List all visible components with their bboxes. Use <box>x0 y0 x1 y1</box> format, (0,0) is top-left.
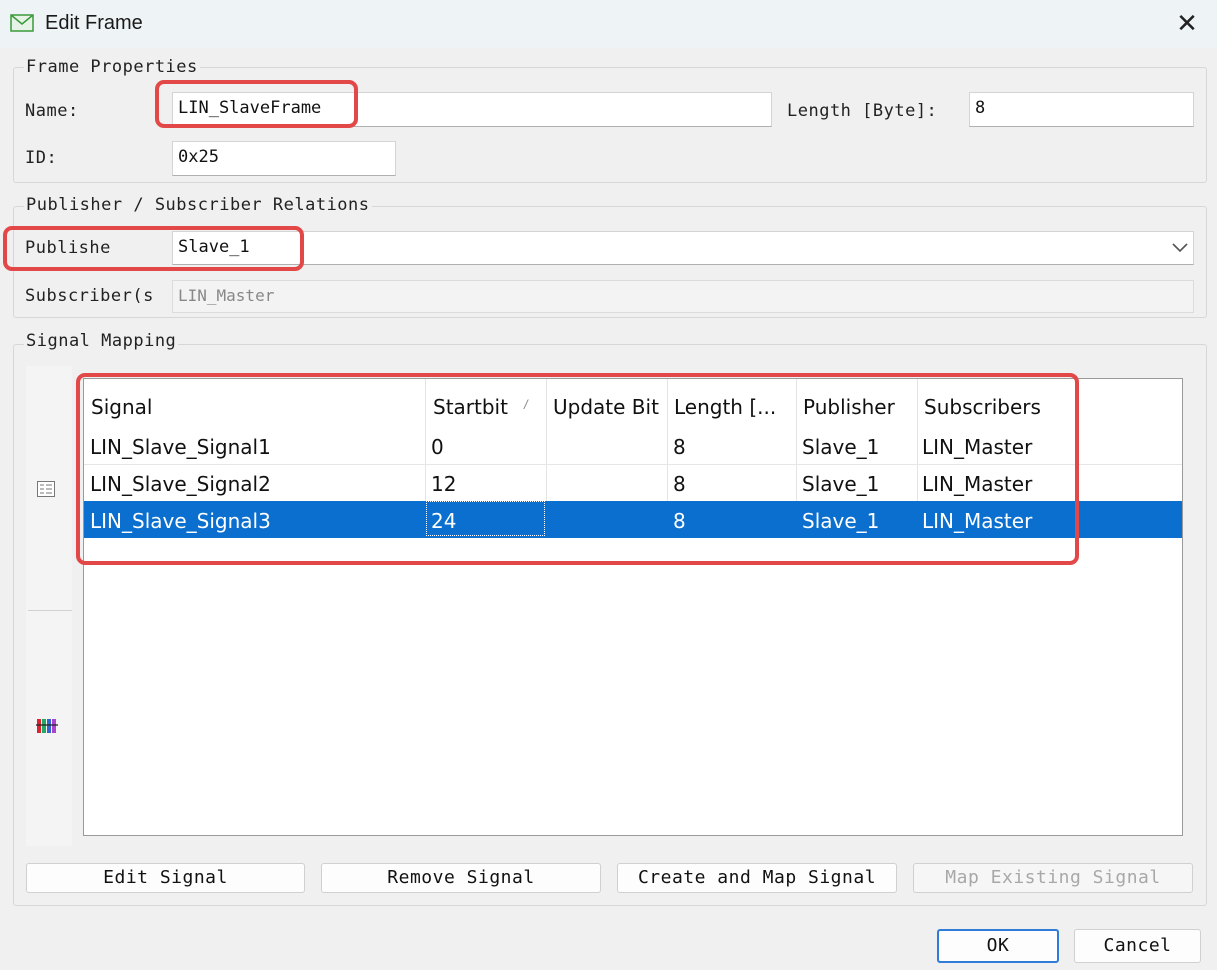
list-view-icon[interactable] <box>36 479 56 499</box>
create-and-map-signal-button[interactable]: Create and Map Signal <box>617 863 897 893</box>
view-sidebar <box>26 366 72 846</box>
close-icon[interactable]: ✕ <box>1170 6 1204 40</box>
length-label: Length [Byte]: <box>787 101 938 121</box>
title-bar <box>0 0 1217 48</box>
remove-signal-button[interactable]: Remove Signal <box>321 863 601 893</box>
envelope-icon <box>10 14 34 32</box>
frame-properties-legend: Frame Properties <box>24 57 200 77</box>
color-columns-icon[interactable] <box>36 717 58 735</box>
relations-legend: Publisher / Subscriber Relations <box>24 195 372 215</box>
length-field[interactable]: 8 <box>969 92 1194 127</box>
sidebar-divider <box>28 610 72 611</box>
chevron-down-icon[interactable] <box>1172 243 1188 253</box>
id-label: ID: <box>25 148 58 168</box>
subscriber-field: LIN_Master <box>172 280 1194 313</box>
map-existing-signal-button: Map Existing Signal <box>913 863 1193 893</box>
cancel-button[interactable]: Cancel <box>1074 929 1201 963</box>
name-highlight <box>155 80 358 128</box>
subscriber-label: Subscriber(s <box>25 286 154 306</box>
edit-signal-button[interactable]: Edit Signal <box>26 863 305 893</box>
signal-mapping-legend: Signal Mapping <box>24 331 179 351</box>
table-highlight <box>76 373 1079 565</box>
publisher-select[interactable]: Slave_1 <box>172 231 1194 265</box>
publisher-highlight <box>3 226 304 271</box>
name-label: Name: <box>25 101 79 121</box>
id-field[interactable]: 0x25 <box>172 141 396 176</box>
ok-button[interactable]: OK <box>937 929 1059 963</box>
window-title: Edit Frame <box>45 12 143 34</box>
